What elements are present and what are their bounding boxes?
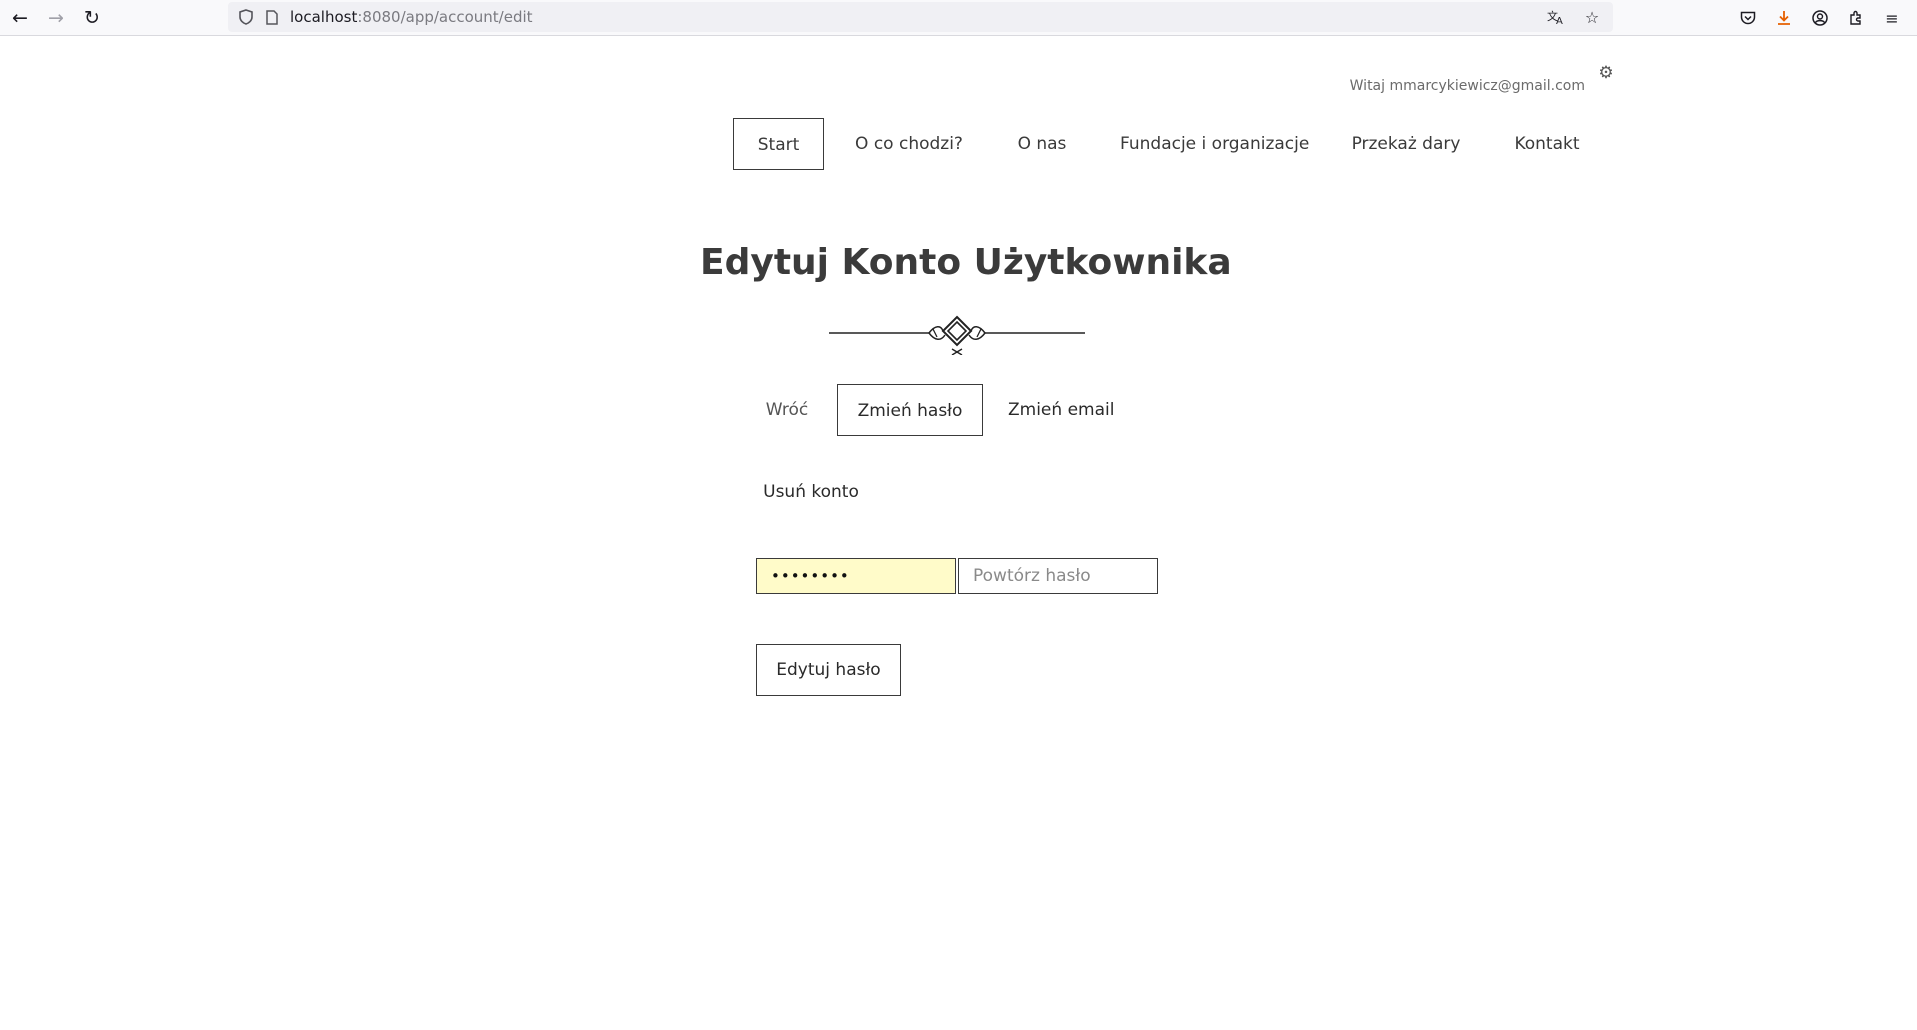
nav-about-what[interactable]: O co chodzi?	[855, 118, 963, 170]
extensions-icon[interactable]	[1843, 5, 1869, 31]
url-bar[interactable]: localhost:8080/app/account/edit 文A ☆	[228, 2, 1613, 32]
page-title: Edytuj Konto Użytkownika	[700, 242, 1232, 283]
gear-icon[interactable]: ⚙	[1596, 63, 1616, 83]
back-arrow-icon[interactable]: ←	[6, 4, 34, 32]
password-input[interactable]	[756, 558, 956, 594]
nav-contact[interactable]: Kontakt	[1511, 118, 1583, 170]
shield-icon[interactable]	[236, 7, 256, 27]
change-email-link[interactable]: Zmień email	[1008, 384, 1114, 436]
user-greeting: Witaj mmarcykiewicz@gmail.com	[1349, 78, 1585, 94]
edit-password-button[interactable]: Edytuj hasło	[756, 644, 901, 696]
repeat-password-input[interactable]	[958, 558, 1158, 594]
svg-text:A: A	[1556, 16, 1563, 25]
nav-foundations[interactable]: Fundacje i organizacje	[1120, 118, 1309, 170]
delete-account-link[interactable]: Usuń konto	[762, 466, 860, 518]
url-text[interactable]: localhost:8080/app/account/edit	[290, 8, 533, 26]
translate-icon[interactable]: 文A	[1543, 4, 1569, 30]
pocket-icon[interactable]	[1735, 5, 1761, 31]
url-path: :8080/app/account/edit	[357, 8, 533, 26]
menu-icon[interactable]: ≡	[1879, 5, 1905, 31]
download-icon[interactable]	[1771, 5, 1797, 31]
nav-start[interactable]: Start	[733, 118, 824, 170]
url-host: localhost	[290, 8, 358, 26]
change-password-tab[interactable]: Zmień hasło	[837, 384, 983, 436]
reload-icon[interactable]: ↻	[78, 4, 106, 32]
back-link[interactable]: Wróć	[762, 384, 812, 436]
page-icon	[262, 7, 282, 27]
decoration-ornament	[829, 315, 1085, 355]
nav-donate[interactable]: Przekaż dary	[1350, 118, 1462, 170]
account-icon[interactable]	[1807, 5, 1833, 31]
bookmark-star-icon[interactable]: ☆	[1579, 4, 1605, 30]
browser-toolbar: ← → ↻ localhost:8080/app/account/edit 文A…	[0, 0, 1917, 36]
nav-about-us[interactable]: O nas	[1012, 118, 1072, 170]
forward-arrow-icon[interactable]: →	[42, 4, 70, 32]
